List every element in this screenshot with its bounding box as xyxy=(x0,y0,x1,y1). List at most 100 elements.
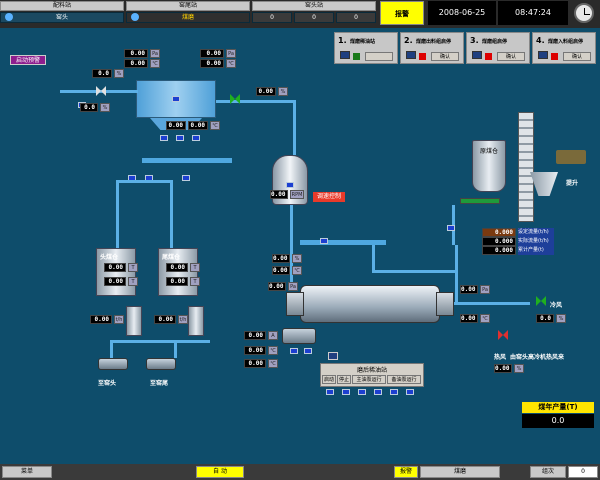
feeder-2[interactable] xyxy=(176,135,184,141)
belt-scale[interactable] xyxy=(460,198,500,204)
panel-2-confirm-button[interactable]: 确认 xyxy=(431,52,459,61)
unit-tail1: T xyxy=(190,263,200,272)
unit-valve: % xyxy=(278,87,288,96)
reading-head1: 0.00 xyxy=(104,263,126,272)
oil-backup-pump-button[interactable]: 备油泵运行 xyxy=(387,375,421,384)
monitor-icon xyxy=(538,51,548,59)
oil-main-pump-button[interactable]: 主油泵运行 xyxy=(352,375,386,384)
pre-alarm-button[interactable]: 启动预警 xyxy=(10,55,46,65)
header-value-3: 0 xyxy=(336,12,376,23)
panel-2-title: 煤磨出料组启停 xyxy=(416,39,452,45)
bin-feeder[interactable] xyxy=(447,225,455,231)
pipe-return-down xyxy=(372,245,375,273)
motor-indicator-2[interactable] xyxy=(304,348,312,354)
reading-mill-l: 0.00 xyxy=(268,282,286,291)
unit-head1: T xyxy=(128,263,138,272)
hoist-hopper xyxy=(530,172,558,196)
tail-bin-hopper xyxy=(188,306,204,336)
site-tab-2[interactable]: 窑尾站 xyxy=(126,1,250,11)
oil-indicator-5[interactable] xyxy=(390,389,398,395)
tail-coal-bin-label: 尾煤仓 xyxy=(162,254,181,261)
site-tab-1[interactable]: 配料站 xyxy=(0,1,124,11)
reading-valve: 0.00 xyxy=(256,87,276,96)
reading-bag2: 0.00 xyxy=(188,121,208,130)
control-panel-3[interactable]: 3. 煤磨组启停 确认 xyxy=(466,32,530,64)
flow-set-value: 0.000 xyxy=(482,228,516,237)
flow-actual-value: 0.000 xyxy=(482,237,516,246)
reading-cold: 0.0 xyxy=(536,314,554,323)
monitor-icon xyxy=(406,51,416,59)
unit-head2: T xyxy=(128,277,138,286)
cold-air-valve-icon[interactable] xyxy=(536,296,546,306)
feeder-3[interactable] xyxy=(192,135,200,141)
screw-motor-3[interactable] xyxy=(182,175,190,181)
reading-mill-r: 0.00 xyxy=(460,285,478,294)
oil-indicator-4[interactable] xyxy=(374,389,382,395)
unit-top2: ℃ xyxy=(150,59,160,68)
feeder-1[interactable] xyxy=(160,135,168,141)
pipe-bins-bottom xyxy=(110,340,210,343)
valve-left-icon[interactable] xyxy=(96,86,106,96)
mill-motor-icon[interactable] xyxy=(282,328,316,344)
hoist-tower[interactable] xyxy=(518,112,534,222)
control-panel-4[interactable]: 4. 煤磨入料组启停 确认 xyxy=(532,32,596,64)
speed-control-button[interactable]: 调速控制 xyxy=(313,192,345,202)
to-kiln-tail-label: 至窑尾 xyxy=(150,380,169,387)
head-coal-bin-label: 头煤仓 xyxy=(100,254,119,261)
header-value-1: 0 xyxy=(252,12,292,23)
pipe-mill-right xyxy=(454,302,530,305)
group-label: 组次 xyxy=(530,466,566,478)
oil-indicator-1[interactable] xyxy=(326,389,334,395)
coal-mill-button[interactable]: 煤磨 xyxy=(420,466,500,478)
separator-indicator[interactable] xyxy=(286,182,294,188)
flow-total-label: 累计产量(t) xyxy=(518,246,554,255)
site-tab-1-sub[interactable]: 窑头 xyxy=(0,12,124,23)
annual-output-panel: 煤年产量(T) 0.0 xyxy=(522,402,594,428)
panel-3-confirm-button[interactable]: 确认 xyxy=(497,52,525,61)
flow-actual-label: 实际流量(t/h) xyxy=(518,237,554,246)
auto-mode-button[interactable]: 自 动 xyxy=(196,466,244,478)
footer-alarm-button[interactable]: 报警 xyxy=(394,466,418,478)
hot-air-label: 热风 xyxy=(494,354,507,361)
hot-air-valve-icon[interactable] xyxy=(498,330,508,340)
panel-1-status xyxy=(353,53,360,60)
reading-hb2: 0.00 xyxy=(154,315,176,324)
panel-4-confirm-button[interactable]: 确认 xyxy=(563,52,591,61)
control-panel-1[interactable]: 1. 煤磨稀油站 xyxy=(334,32,398,64)
menu-button[interactable]: 菜单 xyxy=(2,466,52,478)
reading-motor3: 0.00 xyxy=(244,359,266,368)
site-tab-3[interactable]: 窑头站 xyxy=(252,1,376,11)
motor-indicator-1[interactable] xyxy=(290,348,298,354)
reading-left1: 0.0 xyxy=(92,69,112,78)
monitor-icon xyxy=(472,51,482,59)
oil-indicator-2[interactable] xyxy=(342,389,350,395)
control-panel-2[interactable]: 2. 煤磨出料组启停 确认 xyxy=(400,32,464,64)
bag-filter-indicator[interactable] xyxy=(172,96,180,102)
unit-mill-b: ℃ xyxy=(480,314,490,323)
unit-tail2: T xyxy=(190,277,200,286)
oil-indicator-6[interactable] xyxy=(406,389,414,395)
dump-truck-icon xyxy=(556,150,586,164)
site-tab-2-sub[interactable]: 煤磨 xyxy=(126,12,250,23)
unit-hb2: t/h xyxy=(178,315,188,324)
raw-coal-bin-label: 原煤仓 xyxy=(480,148,499,155)
oil-indicator-3[interactable] xyxy=(358,389,366,395)
unit-left2: % xyxy=(100,103,110,112)
unit-hot: % xyxy=(514,364,524,373)
mill-body[interactable] xyxy=(300,285,440,323)
unit-mill-r: Pa xyxy=(480,285,490,294)
flow-total-value: 0.000 xyxy=(482,246,516,255)
pipe-to-tail xyxy=(174,340,177,358)
sep-feeder[interactable] xyxy=(320,238,328,244)
reading-mid2: 0.00 xyxy=(272,266,290,275)
panel-1-button[interactable] xyxy=(365,52,393,61)
reading-bag1: 0.00 xyxy=(166,121,186,130)
pump-tail-icon[interactable] xyxy=(146,358,176,370)
oil-stop-button[interactable]: 停止 xyxy=(337,375,351,384)
oil-start-button[interactable]: 启动 xyxy=(322,375,336,384)
unit-bag: ℃ xyxy=(210,121,220,130)
reading-motor1: 0.00 xyxy=(244,331,266,340)
alarm-button[interactable]: 报警 xyxy=(380,1,424,25)
pump-head-icon[interactable] xyxy=(98,358,128,370)
reading-left2: 0.0 xyxy=(80,103,98,112)
